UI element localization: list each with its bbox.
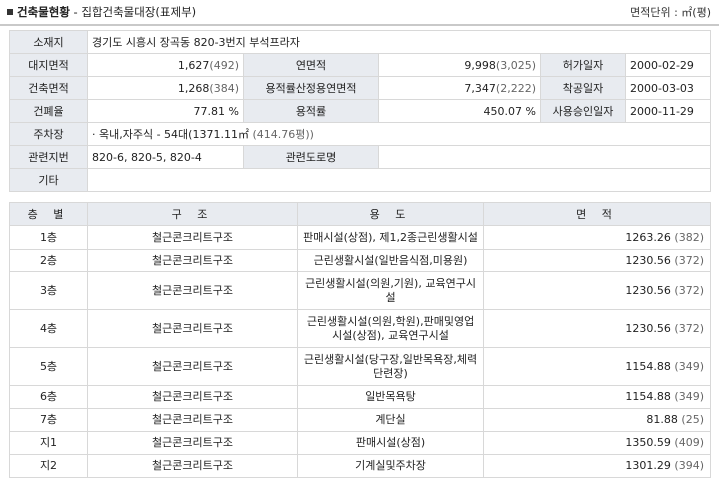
table-row: 지2 철근콘크리트구조 기계실및주차장 1301.29 (394) [9, 454, 711, 478]
etc-label: 기타 [9, 168, 88, 192]
floor-cell: 지1 [9, 431, 88, 455]
far-label: 용적률 [243, 99, 379, 123]
use-cell: 기계실및주차장 [297, 454, 484, 478]
approval-date-value: 2000-11-29 [625, 99, 711, 123]
floor-cell: 지2 [9, 454, 88, 478]
address-value: 경기도 시흥시 장곡동 820-3번지 부석프라자 [87, 30, 711, 54]
parking-value: · 옥내,자주식 - 54대(1371.11㎡ (414.76평)) [87, 122, 711, 146]
floor-table-header: 층 별 구 조 용 도 면 적 [9, 202, 711, 226]
structure-cell: 철근콘크리트구조 [87, 309, 298, 348]
table-row: 1층 철근콘크리트구조 판매시설(상점), 제1,2종근린생활시설 1263.2… [9, 225, 711, 250]
floor-table: 층 별 구 조 용 도 면 적 1층 철근콘크리트구조 판매시설(상점), 제1… [9, 202, 711, 478]
permit-date-value: 2000-02-29 [625, 53, 711, 77]
header-area: 면 적 [483, 202, 711, 226]
use-cell: 계단실 [297, 408, 484, 432]
area-unit-label: 면적단위 : ㎡(평) [630, 6, 711, 19]
table-row: 2층 철근콘크리트구조 근린생활시설(일반음식점,미용원) 1230.56 (3… [9, 249, 711, 272]
area-cell: 81.88 (25) [483, 408, 711, 432]
far-value: 450.07 % [378, 99, 541, 123]
info-row-building-area: 건축면적 1,268(384) 용적률산정용연면적 7,347(2,222) 착… [9, 76, 711, 100]
structure-cell: 철근콘크리트구조 [87, 385, 298, 409]
parking-label: 주차장 [9, 122, 88, 146]
area-cell: 1350.59 (409) [483, 431, 711, 455]
area-cell: 1263.26 (382) [483, 225, 711, 250]
info-row-etc: 기타 [9, 168, 711, 192]
far-area-value: 7,347(2,222) [378, 76, 541, 100]
building-info-table: 소재지 경기도 시흥시 장곡동 820-3번지 부석프라자 대지면적 1,627… [9, 30, 711, 192]
table-row: 4층 철근콘크리트구조 근린생활시설(의원,학원),판매및영업시설(상점), 교… [9, 309, 711, 348]
info-row-parking: 주차장 · 옥내,자주식 - 54대(1371.11㎡ (414.76평)) [9, 122, 711, 146]
related-lot-label: 관련지번 [9, 145, 88, 169]
floor-cell: 3층 [9, 271, 88, 310]
use-cell: 일반목욕탕 [297, 385, 484, 409]
bcr-label: 건폐율 [9, 99, 88, 123]
floor-cell: 7층 [9, 408, 88, 432]
table-row: 5층 철근콘크리트구조 근린생활시설(당구장,일반목욕장,체력단련장) 1154… [9, 347, 711, 386]
table-row: 7층 철근콘크리트구조 계단실 81.88 (25) [9, 408, 711, 432]
etc-value [87, 168, 711, 192]
use-cell: 판매시설(상점) [297, 431, 484, 455]
header-use: 용 도 [297, 202, 484, 226]
floor-cell: 6층 [9, 385, 88, 409]
header-structure: 구 조 [87, 202, 298, 226]
floor-cell: 4층 [9, 309, 88, 348]
area-cell: 1154.88 (349) [483, 347, 711, 386]
bcr-value: 77.81 % [87, 99, 244, 123]
floor-cell: 5층 [9, 347, 88, 386]
area-cell: 1301.29 (394) [483, 454, 711, 478]
far-area-label: 용적률산정용연면적 [243, 76, 379, 100]
floor-cell: 1층 [9, 225, 88, 250]
building-area-value: 1,268(384) [87, 76, 244, 100]
floor-cell: 2층 [9, 249, 88, 272]
total-area-value: 9,998(3,025) [378, 53, 541, 77]
bullet-icon [7, 9, 13, 15]
approval-date-label: 사용승인일자 [540, 99, 626, 123]
start-date-label: 착공일자 [540, 76, 626, 100]
area-cell: 1230.56 (372) [483, 249, 711, 272]
page-title: 건축물현황 - 집합건축물대장(표제부) [7, 4, 196, 20]
structure-cell: 철근콘크리트구조 [87, 347, 298, 386]
info-row-area: 대지면적 1,627(492) 연면적 9,998(3,025) 허가일자 20… [9, 53, 711, 77]
building-area-label: 건축면적 [9, 76, 88, 100]
use-cell: 근린생활시설(당구장,일반목욕장,체력단련장) [297, 347, 484, 386]
table-row: 3층 철근콘크리트구조 근린생활시설(의원,기원), 교육연구시설 1230.5… [9, 271, 711, 310]
structure-cell: 철근콘크리트구조 [87, 431, 298, 455]
related-road-label: 관련도로명 [243, 145, 379, 169]
info-row-address: 소재지 경기도 시흥시 장곡동 820-3번지 부석프라자 [9, 30, 711, 54]
structure-cell: 철근콘크리트구조 [87, 271, 298, 310]
info-row-ratios: 건폐율 77.81 % 용적률 450.07 % 사용승인일자 2000-11-… [9, 99, 711, 123]
permit-date-label: 허가일자 [540, 53, 626, 77]
total-area-label: 연면적 [243, 53, 379, 77]
related-lot-value: 820-6, 820-5, 820-4 [87, 145, 244, 169]
address-label: 소재지 [9, 30, 88, 54]
use-cell: 근린생활시설(일반음식점,미용원) [297, 249, 484, 272]
related-road-value [378, 145, 711, 169]
area-cell: 1230.56 (372) [483, 271, 711, 310]
use-cell: 판매시설(상점), 제1,2종근린생활시설 [297, 225, 484, 250]
use-cell: 근린생활시설(의원,학원),판매및영업시설(상점), 교육연구시설 [297, 309, 484, 348]
start-date-value: 2000-03-03 [625, 76, 711, 100]
table-row: 지1 철근콘크리트구조 판매시설(상점) 1350.59 (409) [9, 431, 711, 455]
info-row-related: 관련지번 820-6, 820-5, 820-4 관련도로명 [9, 145, 711, 169]
land-area-value: 1,627(492) [87, 53, 244, 77]
table-row: 6층 철근콘크리트구조 일반목욕탕 1154.88 (349) [9, 385, 711, 409]
header-floor: 층 별 [9, 202, 88, 226]
structure-cell: 철근콘크리트구조 [87, 249, 298, 272]
use-cell: 근린생활시설(의원,기원), 교육연구시설 [297, 271, 484, 310]
area-cell: 1154.88 (349) [483, 385, 711, 409]
land-area-label: 대지면적 [9, 53, 88, 77]
structure-cell: 철근콘크리트구조 [87, 408, 298, 432]
page-header: 건축물현황 - 집합건축물대장(표제부) 면적단위 : ㎡(평) [0, 0, 719, 26]
structure-cell: 철근콘크리트구조 [87, 225, 298, 250]
area-cell: 1230.56 (372) [483, 309, 711, 348]
structure-cell: 철근콘크리트구조 [87, 454, 298, 478]
